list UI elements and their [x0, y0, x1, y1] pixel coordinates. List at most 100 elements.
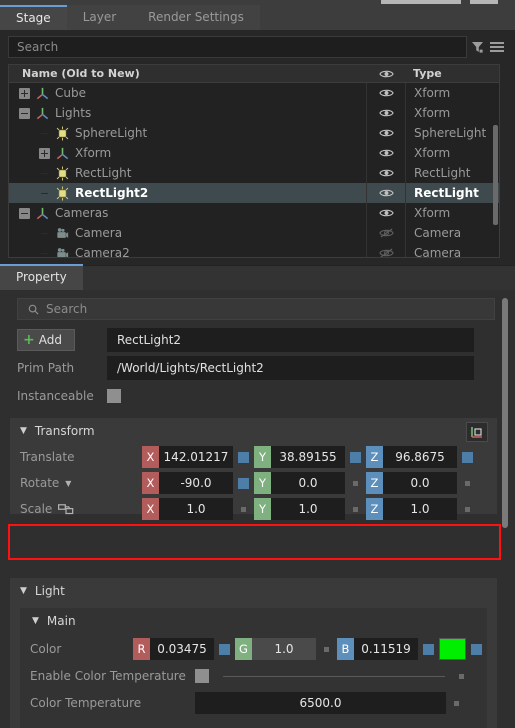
rotate-z-field[interactable]: 0.0	[383, 472, 457, 494]
transform-axes-icon[interactable]	[466, 422, 488, 442]
scale-y-field[interactable]: 1.0	[271, 498, 345, 520]
tab-render-settings[interactable]: Render Settings	[132, 5, 260, 30]
tab-property[interactable]: Property	[0, 264, 83, 290]
expand-plus-icon[interactable]	[39, 147, 50, 159]
instanceable-row: Instanceable	[17, 384, 121, 408]
light-main-header[interactable]: ▼ Main	[20, 608, 487, 634]
link-chain-icon[interactable]	[52, 503, 74, 515]
translate-y-field[interactable]: 38.89155	[271, 446, 345, 468]
rotate-x-field[interactable]: -90.0	[159, 472, 233, 494]
tree-header-name[interactable]: Name (Old to New)	[9, 67, 367, 80]
color-temperature-field[interactable]: 6500.0	[195, 692, 446, 714]
add-row: + Add RectLight2	[17, 328, 474, 352]
color-r-indicator[interactable]	[219, 643, 230, 655]
tree-row-name-cell[interactable]: RectLight2	[9, 183, 367, 203]
color-swatch[interactable]	[439, 638, 466, 660]
color-b-indicator[interactable]	[423, 643, 434, 655]
tree-row-name-cell[interactable]: RectLight	[9, 163, 367, 183]
visibility-eye-icon[interactable]	[367, 203, 406, 223]
scale-x-indicator[interactable]	[241, 506, 246, 512]
tree-row-name-cell[interactable]: Cube	[9, 83, 367, 103]
collapse-minus-icon[interactable]	[19, 207, 30, 219]
tree-row[interactable]: Cameras Xform	[9, 203, 499, 223]
color-temperature-indicator[interactable]	[454, 700, 459, 706]
color-g-indicator[interactable]	[324, 646, 329, 652]
color-r-field[interactable]: 0.03475	[150, 638, 214, 660]
translate-x-field[interactable]: 142.01217	[159, 446, 233, 468]
translate-y-indicator[interactable]	[350, 451, 361, 463]
rotate-order-dropdown-icon[interactable]: ▼	[65, 479, 71, 488]
instanceable-checkbox[interactable]	[107, 389, 121, 403]
tree-row-name-cell[interactable]: Camera	[9, 223, 367, 243]
prim-path-label: Prim Path	[17, 361, 75, 375]
prim-name-field[interactable]: RectLight2	[107, 328, 474, 352]
visibility-eye-icon[interactable]	[367, 143, 406, 163]
stage-tree[interactable]: Name (Old to New) Type Cube Xform Lights Xf…	[8, 64, 500, 258]
visibility-eye-icon[interactable]	[367, 163, 406, 183]
tree-row[interactable]: RectLight RectLight	[9, 163, 499, 183]
tree-row[interactable]: Camera Camera	[9, 223, 499, 243]
tree-row-name-cell[interactable]: SphereLight	[9, 123, 367, 143]
prim-path-field[interactable]: /World/Lights/RectLight2	[107, 356, 474, 380]
tree-row-label: RectLight2	[75, 186, 149, 200]
expand-plus-icon[interactable]	[19, 87, 30, 99]
partial-toolbar-element-1	[381, 0, 461, 4]
visibility-eye-icon[interactable]	[367, 83, 406, 103]
visibility-eye-off-icon[interactable]	[367, 243, 406, 257]
color-g-field[interactable]: 1.0	[252, 638, 316, 660]
color-swatch-indicator[interactable]	[471, 643, 482, 655]
tree-row-name-cell[interactable]: Camera2	[9, 243, 367, 258]
visibility-eye-icon[interactable]	[367, 123, 406, 143]
scale-y-indicator[interactable]	[353, 506, 358, 512]
tree-vertical-scrollbar[interactable]	[493, 125, 498, 225]
tree-row[interactable]: SphereLight SphereLight	[9, 123, 499, 143]
xform-axis-icon	[34, 205, 50, 221]
scale-z-field[interactable]: 1.0	[383, 498, 457, 520]
light-section-header[interactable]: ▼ Light	[10, 578, 497, 604]
scale-z-indicator[interactable]	[465, 506, 470, 512]
transform-section-header[interactable]: ▼ Transform	[10, 418, 497, 444]
property-vertical-scrollbar[interactable]	[502, 298, 508, 528]
visibility-eye-icon[interactable]	[367, 183, 406, 203]
tree-row[interactable]: RectLight2 RectLight	[9, 183, 499, 203]
tree-row[interactable]: Lights Xform	[9, 103, 499, 123]
tree-row[interactable]: Xform Xform	[9, 143, 499, 163]
rotate-y-indicator[interactable]	[353, 480, 358, 486]
visibility-eye-off-icon[interactable]	[367, 223, 406, 243]
enable-color-temperature-row: Enable Color Temperature	[20, 663, 487, 689]
tree-row-label: Camera2	[75, 246, 130, 258]
filter-funnel-icon[interactable]	[467, 36, 487, 58]
camera-icon	[54, 245, 70, 257]
tree-row-name-cell[interactable]: Cameras	[9, 203, 367, 223]
translate-z-field[interactable]: 96.8675	[383, 446, 457, 468]
axis-y-label: Y	[254, 472, 271, 494]
tree-row-name-cell[interactable]: Xform	[9, 143, 367, 163]
enable-color-temperature-indicator[interactable]	[459, 673, 464, 679]
visibility-eye-icon[interactable]	[367, 103, 406, 123]
hamburger-menu-icon[interactable]	[487, 36, 507, 58]
tree-row-name-cell[interactable]: Lights	[9, 103, 367, 123]
add-button[interactable]: + Add	[17, 329, 75, 351]
collapse-minus-icon[interactable]	[19, 107, 30, 119]
search-icon	[28, 304, 39, 315]
enable-color-temperature-label: Enable Color Temperature	[30, 669, 186, 683]
color-b-field[interactable]: 0.11519	[354, 638, 418, 660]
stage-search-input[interactable]: Search	[8, 36, 467, 58]
property-search-input[interactable]: Search	[17, 298, 495, 320]
tree-header-type[interactable]: Type	[405, 67, 499, 80]
tab-layer[interactable]: Layer	[66, 5, 133, 30]
enable-color-temperature-checkbox[interactable]	[195, 669, 209, 683]
rotate-y-field[interactable]: 0.0	[271, 472, 345, 494]
translate-x-indicator[interactable]	[238, 451, 249, 463]
tab-stage[interactable]: Stage	[0, 5, 67, 30]
translate-z-indicator[interactable]	[462, 451, 473, 463]
stage-panel: Search Name (Old to New) Type Cube Xform…	[0, 30, 515, 265]
tree-row[interactable]: Camera2 Camera	[9, 243, 499, 258]
tree-rows: Cube Xform Lights Xform SphereLight SphereLig…	[9, 83, 499, 258]
tree-row-type: SphereLight	[414, 126, 487, 140]
rotate-x-indicator[interactable]	[238, 477, 249, 489]
rotate-z-indicator[interactable]	[465, 480, 470, 486]
scale-x-field[interactable]: 1.0	[159, 498, 233, 520]
tree-header-visibility-eye-icon[interactable]	[367, 69, 405, 79]
tree-row[interactable]: Cube Xform	[9, 83, 499, 103]
